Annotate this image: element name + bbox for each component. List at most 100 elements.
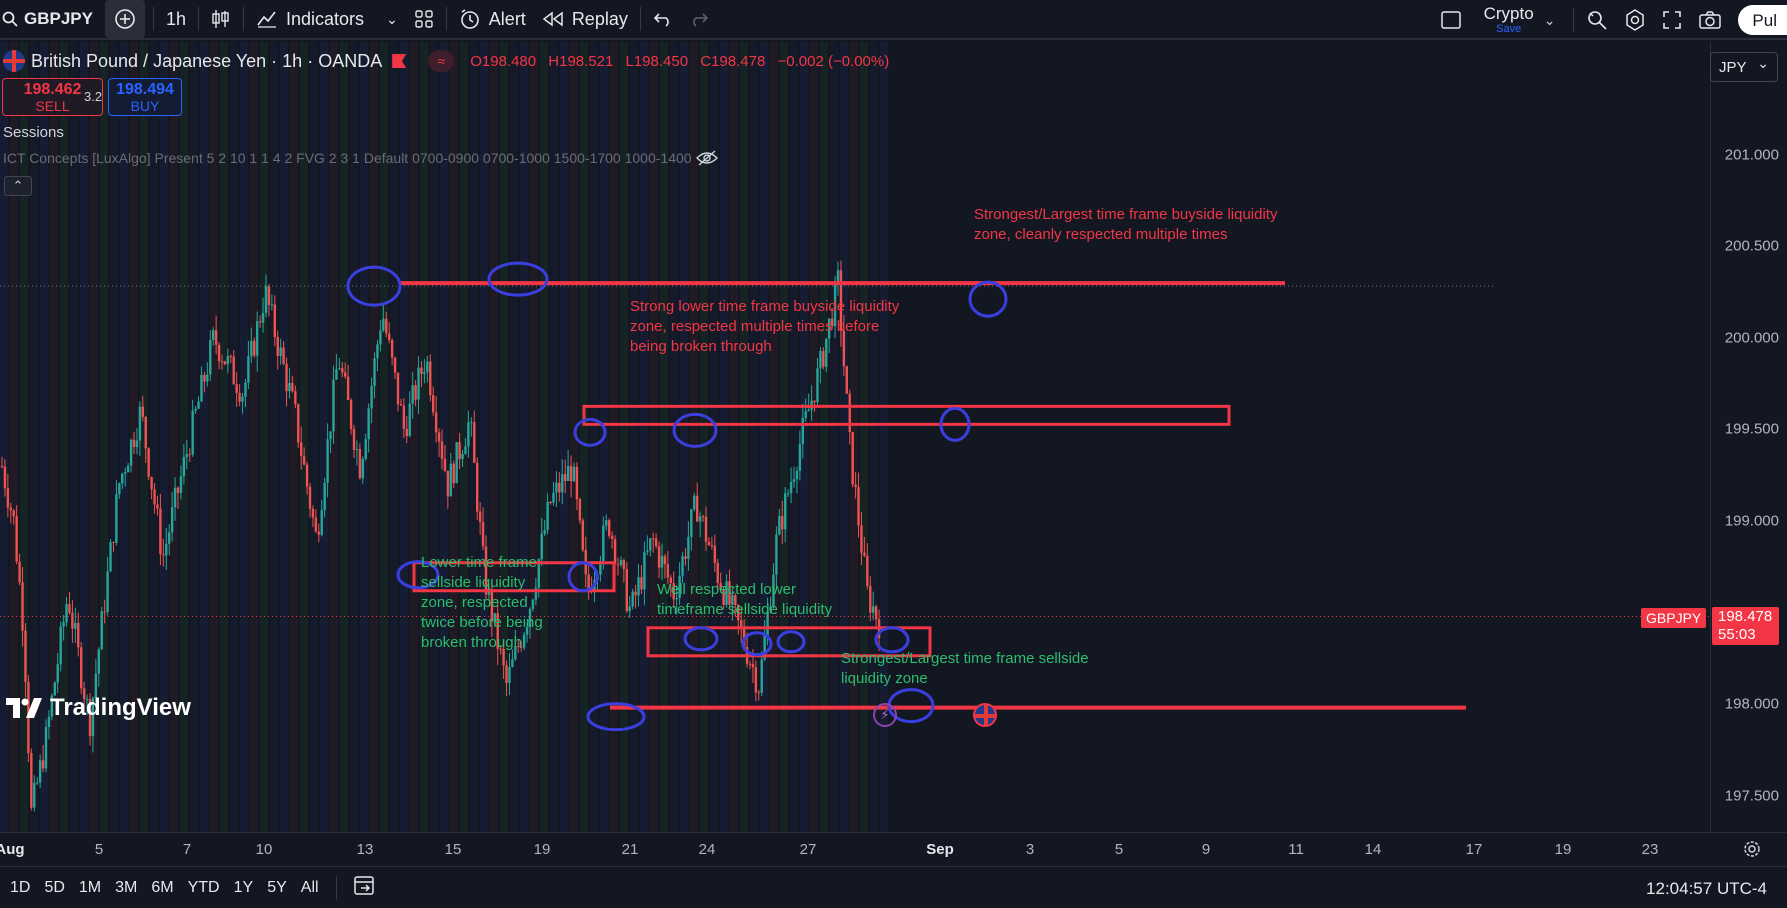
tradingview-logo[interactable]: TradingView <box>6 694 191 722</box>
candle-body <box>637 577 640 596</box>
collapse-legend-button[interactable]: ⌃ <box>4 176 32 196</box>
candle-body <box>602 525 605 562</box>
time-tick: Sep <box>926 841 954 858</box>
candle-body <box>112 541 115 543</box>
candle-body <box>572 466 576 482</box>
candle-body <box>396 372 400 405</box>
annotation-buyside-minor[interactable]: Strong lower time frame buyside liquidit… <box>630 297 899 357</box>
candle-body <box>587 574 590 589</box>
candle-body <box>317 531 320 535</box>
candle-body <box>872 606 875 613</box>
candle-body <box>713 545 716 563</box>
candle-body <box>358 448 362 479</box>
publish-button[interactable]: Pul <box>1738 5 1787 35</box>
indicators-icon <box>257 11 277 28</box>
templates-button[interactable] <box>406 0 442 39</box>
candle-body <box>361 458 364 479</box>
settings-button[interactable] <box>1616 0 1654 40</box>
candle-body <box>214 330 218 345</box>
layout-name-button[interactable]: Crypto Save <box>1484 5 1534 35</box>
annotation-sellside-mid[interactable]: Well respected lower timeframe sellside … <box>657 580 832 620</box>
annotation-sellside-left[interactable]: Lower time frame sellside liquidity zone… <box>421 553 543 653</box>
candle-body <box>185 454 188 458</box>
session-band <box>790 42 798 832</box>
range-1d-button[interactable]: 1D <box>0 879 37 897</box>
candle-body <box>801 417 804 445</box>
uk-economic-event-icon[interactable] <box>973 703 997 727</box>
candle-body <box>429 361 432 396</box>
time-axis[interactable]: Aug 5 7 10 13 15 19 21 24 27 Sep 3 5 9 1… <box>0 832 1787 866</box>
candle-body <box>176 487 180 493</box>
range-5y-button[interactable]: 5Y <box>260 879 294 897</box>
candle-body <box>399 404 403 406</box>
range-ytd-button[interactable]: YTD <box>181 879 227 897</box>
lightning-event-icon[interactable]: ⚡ <box>873 703 897 727</box>
session-band <box>760 42 768 832</box>
price-tick: 199.500 <box>1724 420 1779 438</box>
replay-button[interactable]: Replay <box>534 0 636 39</box>
candle-body <box>80 647 83 689</box>
candle-body <box>311 508 315 518</box>
candle-body <box>124 472 127 474</box>
annotation-sellside-major[interactable]: Strongest/Largest time frame sellside li… <box>841 649 1089 689</box>
range-all-button[interactable]: All <box>294 879 326 897</box>
interval-button[interactable]: 1h <box>158 0 194 39</box>
ict-indicator-label[interactable]: ICT Concepts [LuxAlgo] Present 5 2 10 1 … <box>3 150 692 166</box>
range-3m-button[interactable]: 3M <box>108 879 144 897</box>
toolbar-divider <box>335 875 337 900</box>
indicators-button[interactable]: Indicators ⌄ <box>248 0 406 39</box>
snapshot-button[interactable] <box>1690 0 1730 40</box>
tradingview-logo-icon <box>6 698 42 718</box>
candle-body <box>156 504 159 509</box>
redo-button[interactable] <box>681 0 717 39</box>
time-tick: 23 <box>1641 841 1659 858</box>
camera-icon <box>1699 11 1722 29</box>
time-tick: 17 <box>1465 841 1483 858</box>
candle-body <box>30 753 33 808</box>
time-tick: Aug <box>0 841 25 858</box>
currency-select[interactable]: JPY <box>1710 52 1778 82</box>
candle-body <box>179 476 183 493</box>
candle-body <box>121 473 124 484</box>
price-scale[interactable]: 201.000 200.500 200.000 199.500 199.000 … <box>1710 42 1787 832</box>
undo-button[interactable] <box>645 0 681 39</box>
candle-body <box>654 538 658 547</box>
candle-body <box>270 304 274 306</box>
candle-body <box>625 568 628 612</box>
layout-select-button[interactable] <box>1432 0 1470 40</box>
chevron-down-icon[interactable]: ⌄ <box>1544 12 1556 29</box>
candle-body <box>552 492 555 503</box>
market-status-flag-icon[interactable] <box>392 54 407 68</box>
range-6m-button[interactable]: 6M <box>144 879 180 897</box>
candle-body <box>393 357 397 373</box>
go-to-date-button[interactable] <box>347 874 383 901</box>
quick-search-button[interactable] <box>1578 0 1616 40</box>
candle-body <box>505 665 508 683</box>
session-band <box>820 42 828 832</box>
candle-body <box>628 606 631 612</box>
sessions-indicator-label[interactable]: Sessions <box>3 124 64 141</box>
utc-clock[interactable]: 12:04:57 UTC-4 <box>1646 879 1767 899</box>
axis-settings-button[interactable] <box>1742 839 1762 864</box>
compare-symbol-button[interactable] <box>104 0 145 38</box>
range-5d-button[interactable]: 5D <box>37 879 71 897</box>
undo-icon <box>653 13 669 27</box>
alert-button[interactable]: Alert <box>451 0 534 39</box>
chart-pane[interactable]: British Pound / Japanese Yen · 1h · OAND… <box>0 42 1710 832</box>
indicator-badge[interactable]: ≈ <box>428 50 455 72</box>
candle-body <box>250 340 253 357</box>
candle-body <box>0 466 4 468</box>
fullscreen-button[interactable] <box>1654 0 1690 40</box>
last-price-value: 198.478 <box>1718 608 1773 625</box>
chart-type-button[interactable] <box>203 0 239 39</box>
session-band <box>810 42 818 832</box>
range-1y-button[interactable]: 1Y <box>227 879 261 897</box>
candle-body <box>297 404 300 443</box>
symbol-search-button[interactable]: GBPJPY <box>0 0 101 39</box>
annotation-buyside-major[interactable]: Strongest/Largest time frame buyside liq… <box>974 205 1277 245</box>
buy-button[interactable]: 198.494 BUY <box>108 78 182 116</box>
hidden-eye-icon[interactable] <box>696 150 718 171</box>
range-1m-button[interactable]: 1M <box>72 879 108 897</box>
liquidity-touch-circle <box>968 280 1008 318</box>
candle-body <box>610 535 614 539</box>
